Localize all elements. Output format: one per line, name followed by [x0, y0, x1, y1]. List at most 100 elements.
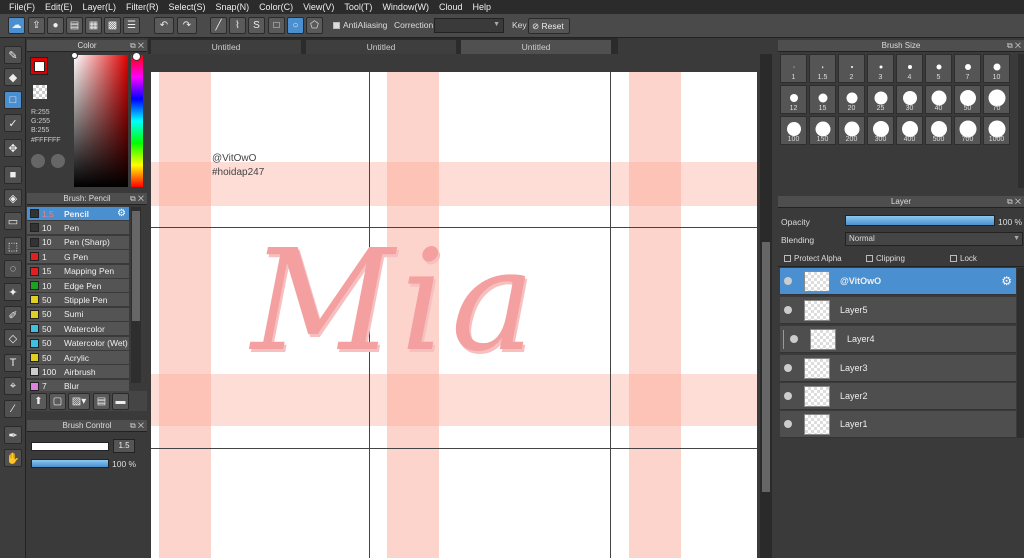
brush-opacity-slider[interactable] [31, 459, 109, 468]
brush-size-option[interactable]: 150 [809, 116, 836, 145]
text-icon[interactable]: T [4, 354, 22, 372]
primary-color-swatch[interactable] [34, 61, 45, 72]
brush-item[interactable]: 1.5 Pencil ⚙ [27, 207, 129, 221]
eyedropper-icon[interactable]: ⁄ [4, 400, 22, 418]
scroll-thumb[interactable] [762, 242, 770, 492]
layer-opacity-slider[interactable] [845, 215, 995, 226]
eye-icon[interactable] [784, 364, 792, 372]
menu-file[interactable]: File(F) [4, 0, 40, 14]
eye-icon[interactable] [784, 392, 792, 400]
menu-layer[interactable]: Layer(L) [78, 0, 122, 14]
curve-icon[interactable]: S [248, 17, 265, 34]
layer-row[interactable]: Layer2 [780, 383, 1016, 410]
brush-size-option[interactable]: 40 [925, 85, 952, 114]
menu-help[interactable]: Help [467, 0, 496, 14]
tab-untitled-3[interactable]: Untitled [461, 40, 611, 54]
menu-view[interactable]: View(V) [298, 0, 339, 14]
brush-item[interactable]: 50 Acrylic [27, 351, 129, 365]
brush-size-option[interactable]: 1.5 [809, 54, 836, 83]
menu-edit[interactable]: Edit(E) [40, 0, 78, 14]
canvas-area[interactable]: @VitOwO #hoidap247 Mia [148, 54, 760, 558]
menu-window[interactable]: Window(W) [377, 0, 434, 14]
brush-item[interactable]: 10 Pen (Sharp) [27, 235, 129, 250]
brush-item[interactable]: 10 Edge Pen [27, 279, 129, 293]
brush-size-option[interactable]: 70 [983, 85, 1010, 114]
eraser-icon[interactable]: ◆ [4, 68, 22, 86]
magic-wand-icon[interactable]: ✦ [4, 283, 22, 301]
ellipse-icon[interactable]: ○ [287, 17, 304, 34]
brush-size-option[interactable]: 700 [954, 116, 981, 145]
layer-row[interactable]: Layer4 [780, 326, 1016, 353]
polygon-icon[interactable]: ⬠ [306, 17, 323, 34]
brush-item[interactable]: 50 Watercolor (Wet) [27, 336, 129, 351]
grid-icon[interactable]: ▩ [104, 17, 121, 34]
brush-item[interactable]: 1 G Pen [27, 250, 129, 265]
select-ellipse-icon[interactable]: ◌ [4, 260, 22, 278]
list-icon[interactable]: ☰ [123, 17, 140, 34]
page-icon[interactable]: ▦ [85, 17, 102, 34]
layer-row[interactable]: @VitOwO ⚙ [780, 268, 1016, 295]
protect-alpha-checkbox[interactable]: Protect Alpha [784, 254, 842, 263]
brush-item[interactable]: 10 Pen [27, 221, 129, 236]
rectangle-icon[interactable]: □ [268, 17, 285, 34]
brush-item[interactable]: 15 Mapping Pen [27, 264, 129, 279]
layer-scrollbar[interactable] [1017, 268, 1024, 438]
brush-size-option[interactable]: 200 [838, 116, 865, 145]
fill-rect-icon[interactable]: ■ [4, 166, 22, 184]
operation-icon[interactable]: ⌖ [4, 377, 22, 395]
undo-icon[interactable]: ↶ [154, 17, 174, 34]
gradient-icon[interactable]: ▭ [4, 212, 22, 230]
brush-size-option[interactable]: 12 [780, 85, 807, 114]
hue-slider[interactable] [131, 52, 143, 187]
layer-row[interactable]: Layer5 [780, 297, 1016, 324]
menu-tool[interactable]: Tool(T) [339, 0, 377, 14]
close-icon[interactable]: ⧉ ✕ [1007, 40, 1021, 52]
blending-select[interactable]: Normal ▼ [845, 232, 1023, 246]
select-pen-icon[interactable]: ✐ [4, 306, 22, 324]
scroll-thumb[interactable] [132, 211, 140, 321]
brush-size-option[interactable]: 25 [867, 85, 894, 114]
menu-color[interactable]: Color(C) [254, 0, 298, 14]
picker-cursor[interactable] [71, 52, 78, 59]
menu-select[interactable]: Select(S) [164, 0, 211, 14]
canvas[interactable]: @VitOwO #hoidap247 Mia [151, 72, 757, 558]
lock-checkbox[interactable]: Lock [950, 254, 977, 263]
pen-icon[interactable]: ✒ [4, 426, 22, 444]
menu-snap[interactable]: Snap(N) [211, 0, 255, 14]
brush-icon[interactable]: ✎ [4, 46, 22, 64]
document-icon[interactable]: ▤ [66, 17, 83, 34]
brush-size-option[interactable]: 30 [896, 85, 923, 114]
brush-size-value[interactable]: 1.5 [113, 439, 135, 453]
chat-icon[interactable]: ● [47, 17, 64, 34]
brush-size-option[interactable]: 500 [925, 116, 952, 145]
doc-icon[interactable]: ▤ [93, 393, 110, 410]
brush-item[interactable]: 50 Watercolor [27, 322, 129, 337]
select-eraser-icon[interactable]: ◇ [4, 329, 22, 347]
brush-size-option[interactable]: 3 [867, 54, 894, 83]
eye-icon[interactable] [784, 306, 792, 314]
brush-item[interactable]: 50 Stipple Pen [27, 293, 129, 308]
color-wheel-icon[interactable] [51, 154, 65, 168]
reset-button[interactable]: ⊘ Reset [528, 18, 570, 34]
brush-size-scrollbar[interactable] [1018, 54, 1024, 188]
palette-icon[interactable] [31, 154, 45, 168]
lasso-icon[interactable]: ✓ [4, 114, 22, 132]
brush-size-option[interactable]: 400 [896, 116, 923, 145]
close-icon[interactable]: ⧉ ✕ [130, 193, 144, 205]
brush-size-option[interactable]: 20 [838, 85, 865, 114]
brush-size-option[interactable]: 4 [896, 54, 923, 83]
saturation-value-picker[interactable] [71, 52, 128, 187]
brush-size-option[interactable]: 10 [983, 54, 1010, 83]
brush-size-option[interactable]: 5 [925, 54, 952, 83]
close-icon[interactable]: ⧉ ✕ [1007, 196, 1021, 208]
eye-icon[interactable] [784, 277, 792, 285]
brush-size-option[interactable]: 50 [954, 85, 981, 114]
select-rect-icon[interactable]: ⬚ [4, 237, 22, 255]
rect-select-icon[interactable]: □ [4, 91, 22, 109]
polyline-icon[interactable]: ⌇ [229, 17, 246, 34]
folder-icon[interactable]: ▬ [112, 393, 129, 410]
brush-add-icon[interactable]: ⬆ [30, 393, 47, 410]
hand-icon[interactable]: ✋ [4, 449, 22, 467]
clipping-checkbox[interactable]: Clipping [866, 254, 905, 263]
brush-size-option[interactable]: 2 [838, 54, 865, 83]
